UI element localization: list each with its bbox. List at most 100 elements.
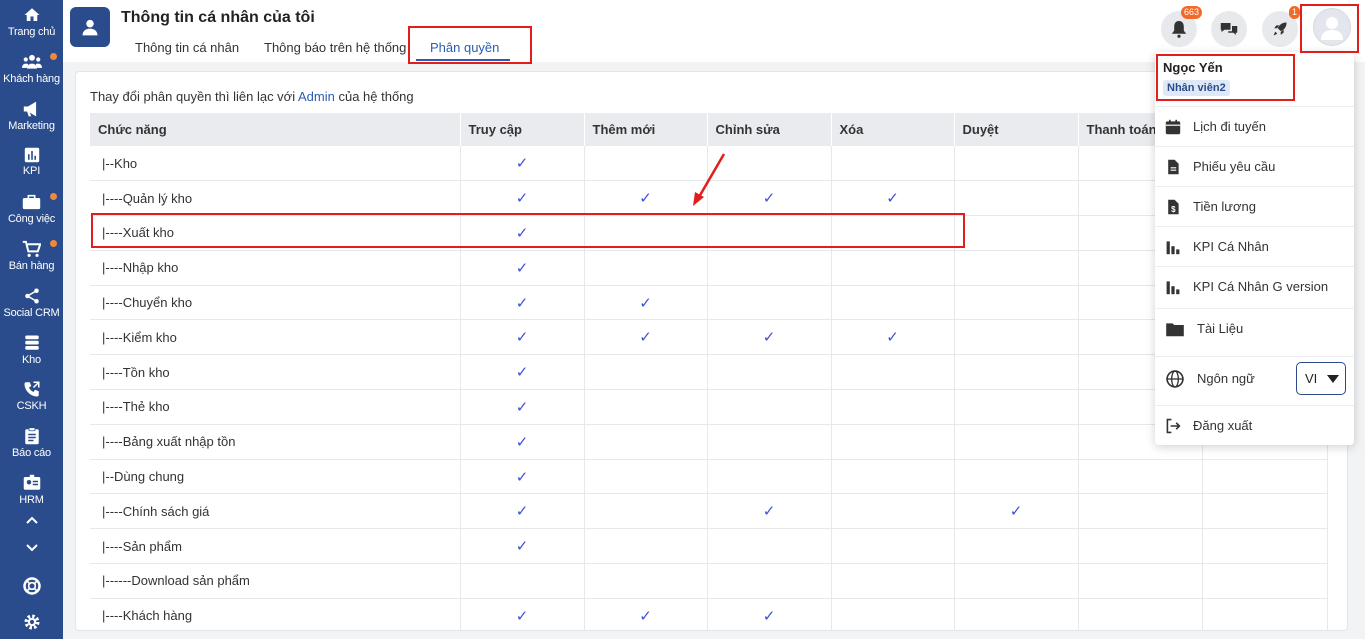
permission-cell [707, 250, 832, 286]
menu-item-logout[interactable]: Đăng xuất [1155, 405, 1354, 445]
tab-system-notifications[interactable]: Thông báo trên hệ thống [264, 40, 406, 55]
updates-button[interactable]: 1 [1262, 6, 1301, 47]
admin-link[interactable]: Admin [298, 89, 335, 104]
permission-granted-cell: ✓ [460, 424, 585, 460]
tab-permissions[interactable]: Phân quyền [430, 40, 499, 55]
menu-item-documents[interactable]: Tài Liệu [1155, 308, 1354, 348]
messages-button[interactable] [1211, 11, 1247, 47]
menu-item-personal-kpi-g[interactable]: KPI Cá Nhân G version [1155, 266, 1354, 306]
tab-personal-info[interactable]: Thông tin cá nhân [135, 40, 239, 55]
permission-cell [1078, 563, 1203, 599]
table-row: |----Kiểm kho ✓ ✓ ✓ ✓ [90, 319, 1328, 356]
menu-item-personal-kpi[interactable]: KPI Cá Nhân [1155, 226, 1354, 266]
menu-item-label: KPI Cá Nhân G version [1193, 279, 1329, 294]
sidebar-item-warehouse[interactable]: Kho [0, 334, 63, 366]
permission-cell [1078, 528, 1203, 565]
menu-item-salary[interactable]: $ Tiền lương [1155, 186, 1354, 226]
permission-granted-cell: ✓ [831, 319, 955, 356]
language-select[interactable]: VI [1296, 362, 1346, 395]
menu-item-label: Lịch đi tuyến [1193, 119, 1266, 134]
permission-cell [1078, 598, 1203, 630]
permission-cell [954, 354, 1079, 391]
chevron-down-icon [25, 544, 38, 552]
permission-cell [954, 528, 1079, 565]
sidebar-item-marketing[interactable]: Marketing [0, 100, 63, 132]
annotation-arrow [693, 153, 726, 206]
permission-cell [954, 598, 1079, 630]
scroll-down-button[interactable] [0, 541, 63, 555]
menu-item-route-schedule[interactable]: Lịch đi tuyến [1155, 106, 1354, 146]
permission-cell [831, 424, 955, 460]
permissions-notice: Thay đổi phân quyền thì liên lạc với Adm… [90, 89, 414, 104]
share-icon [24, 288, 39, 304]
permission-granted-cell: ✓ [584, 180, 708, 217]
scroll-up-button[interactable] [0, 513, 63, 527]
permission-cell [707, 528, 832, 565]
sidebar-item-tasks[interactable]: Công việc [0, 193, 63, 225]
sidebar-item-kpi[interactable]: KPI [0, 147, 63, 177]
column-header: Thêm mới [584, 113, 708, 146]
permission-granted-cell: ✓ [460, 389, 585, 425]
permission-cell [584, 250, 708, 286]
function-name-cell: |----Tồn kho [90, 354, 461, 391]
megaphone-icon [23, 101, 36, 117]
sidebar-item-cskh[interactable]: CSKH [0, 380, 63, 412]
permission-cell [831, 563, 955, 599]
check-icon: ✓ [1009, 503, 1023, 521]
permission-cell [831, 389, 955, 425]
notification-dot [50, 193, 57, 200]
bell-icon [1171, 21, 1187, 38]
sidebar-item-social-crm[interactable]: Social CRM [0, 287, 63, 319]
support-button[interactable] [0, 576, 63, 596]
permission-cell [1078, 493, 1203, 530]
check-icon: ✓ [515, 364, 529, 382]
function-name-cell: |----Sản phẩm [90, 528, 461, 565]
permission-granted-cell: ✓ [460, 528, 585, 565]
check-icon: ✓ [515, 503, 529, 521]
check-icon: ✓ [886, 190, 899, 208]
avatar[interactable] [1313, 8, 1351, 46]
check-icon: ✓ [639, 294, 652, 312]
sidebar-item-label: Trang chủ [7, 26, 56, 38]
function-name-cell: |----Nhập kho [90, 250, 461, 286]
table-row: |------Download sản phẩm [90, 563, 1328, 599]
permission-cell [954, 146, 1079, 182]
sidebar-item-label: Marketing [8, 120, 55, 132]
permission-cell [831, 598, 955, 630]
check-icon: ✓ [639, 329, 652, 347]
menu-item-label: Tài Liệu [1197, 321, 1244, 336]
sidebar: Trang chủ Khách hàng Marketing KPI Công … [0, 0, 63, 639]
column-header-function: Chức năng [90, 113, 461, 146]
menu-item-requests[interactable]: Phiếu yêu cầu [1155, 146, 1354, 186]
function-name-cell: |----Chính sách giá [90, 493, 461, 530]
warehouse-icon [24, 335, 39, 350]
settings-button[interactable] [0, 612, 63, 632]
calendar-icon [1165, 119, 1181, 134]
user-role-badge: Nhân viên2 [1163, 80, 1230, 96]
permission-cell [954, 215, 1079, 251]
sidebar-item-label: Công việc [7, 213, 56, 225]
active-tab-indicator [416, 59, 510, 61]
sidebar-item-hrm[interactable]: HRM [0, 474, 63, 506]
permission-cell [1202, 459, 1328, 495]
permission-cell [831, 250, 955, 286]
svg-text:$: $ [1171, 204, 1176, 213]
sidebar-item-reports[interactable]: Báo cáo [0, 427, 63, 459]
sidebar-item-home[interactable]: Trang chủ [0, 6, 63, 38]
permission-cell [954, 424, 1079, 460]
sidebar-item-sales[interactable]: Bán hàng [0, 240, 63, 272]
sidebar-item-customers[interactable]: Khách hàng [0, 53, 63, 85]
table-row: |----Khách hàng ✓ ✓ ✓ [90, 598, 1328, 630]
permission-granted-cell: ✓ [954, 493, 1079, 530]
permission-granted-cell: ✓ [460, 354, 585, 391]
check-icon: ✓ [515, 224, 529, 242]
permission-cell [1202, 563, 1328, 599]
permission-granted-cell: ✓ [460, 459, 585, 495]
permission-cell [707, 389, 832, 425]
permission-cell [831, 146, 955, 182]
notification-dot [50, 240, 57, 247]
notifications-button[interactable]: 663 [1161, 6, 1203, 47]
permission-cell [831, 493, 955, 530]
user-name: Ngọc Yến [1163, 60, 1223, 75]
table-body: |--Kho ✓ |----Quản lý kho ✓ ✓ ✓ ✓ |----Xuất kho… [90, 146, 1328, 630]
